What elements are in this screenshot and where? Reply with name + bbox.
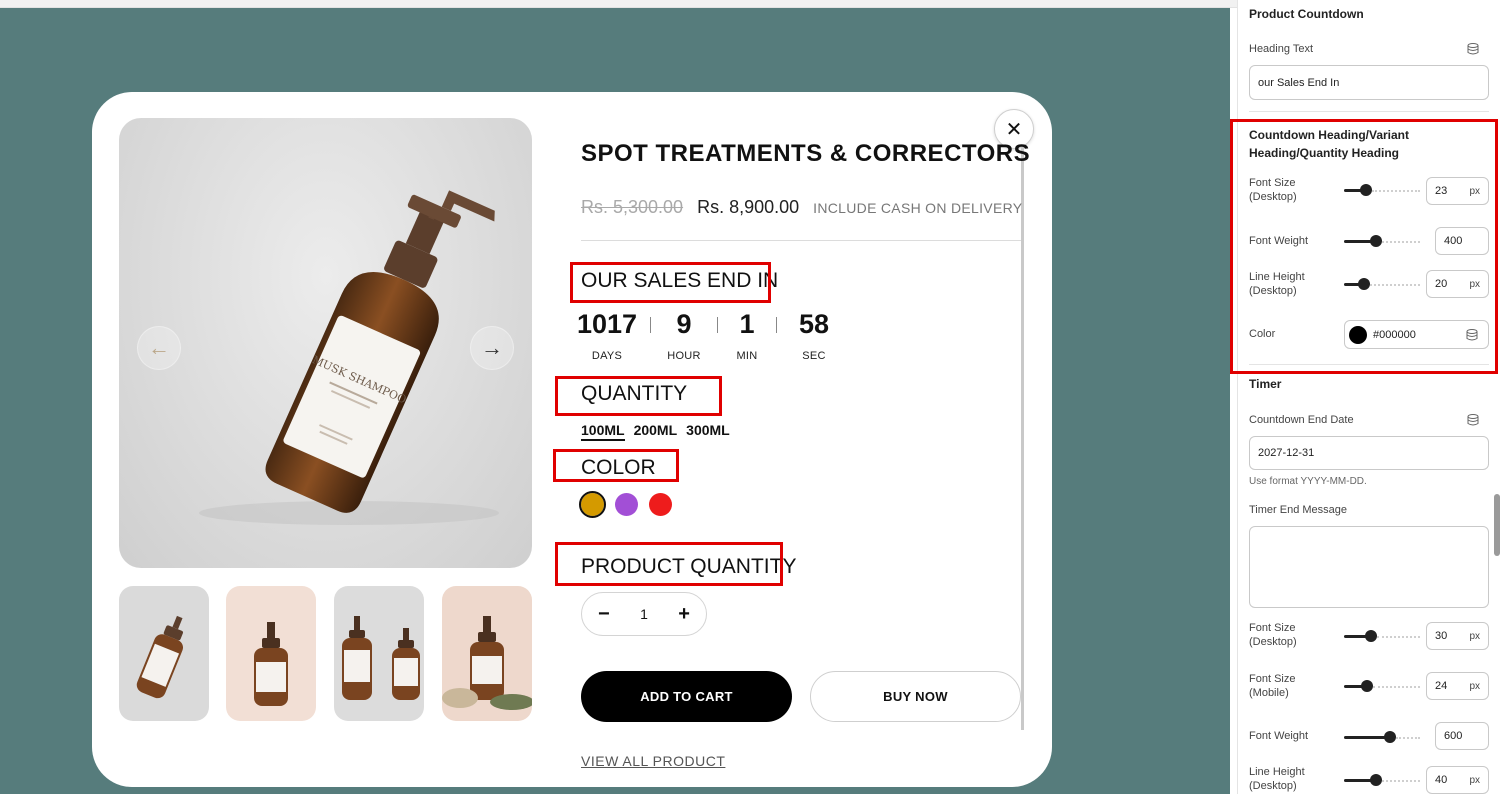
size-options: 100ML 200ML 300ML [581,422,730,441]
preview-canvas: MUSK SHAMPOO ← → ✕ SPOT TREATMENTS & COR… [0,8,1230,794]
timer-line-height-label: Line Height (Desktop) [1249,766,1305,792]
section-title: Product Countdown [1249,7,1364,21]
cod-note: INCLUDE CASH ON DELIVERY [813,200,1023,216]
panel-divider [1249,111,1489,112]
quantity-value[interactable]: 1 [640,606,648,622]
thumbnail-3[interactable] [334,586,424,721]
product-info: SPOT TREATMENTS & CORRECTORS Rs. 5,300.0… [553,92,1030,787]
countdown-days: 1017 DAYS [577,308,637,362]
thumbnail-1[interactable] [119,586,209,721]
add-to-cart-button[interactable]: ADD TO CART [581,671,792,722]
timer-font-weight-input[interactable]: 600 [1435,722,1489,750]
modal-scrollbar[interactable] [1021,147,1024,730]
timer-font-weight-slider[interactable] [1344,731,1420,743]
countdown-minutes: 1 MIN [718,308,776,362]
highlight-box [1230,119,1498,374]
database-icon[interactable] [1467,43,1479,55]
timer-line-height-input[interactable]: 40 px [1426,766,1489,794]
timer-font-size-mobile-slider[interactable] [1344,680,1420,692]
end-message-textarea[interactable] [1249,526,1489,608]
database-icon[interactable] [1467,414,1479,426]
product-title: SPOT TREATMENTS & CORRECTORS [581,140,1031,167]
timer-font-size-desktop-slider[interactable] [1344,630,1420,642]
increase-quantity-button[interactable]: + [678,603,690,626]
countdown-label: MIN [736,350,758,362]
timer-font-size-mobile-input[interactable]: 24 px [1426,672,1489,700]
countdown-timer: 1017 DAYS 9 HOUR 1 MIN 58 SEC [577,308,851,362]
end-date-hint: Use format YYYY-MM-DD. [1249,476,1367,487]
end-date-label: Countdown End Date [1249,414,1354,426]
highlight-box [555,542,783,586]
heading-text-input[interactable]: our Sales End In [1249,65,1489,100]
highlight-box [555,376,722,416]
color-swatch-gold[interactable] [579,491,606,518]
countdown-value: 1017 [576,309,638,339]
product-main-image: MUSK SHAMPOO ← → [119,118,532,568]
panel-scrollbar[interactable] [1494,494,1500,556]
compare-price: Rs. 5,300.00 [581,197,684,217]
countdown-value: 1 [739,309,755,339]
timer-line-height-slider[interactable] [1344,774,1420,786]
highlight-box [553,449,679,482]
color-swatch-red[interactable] [649,493,672,516]
end-date-input[interactable]: 2027-12-31 [1249,436,1489,470]
view-all-product-link[interactable]: VIEW ALL PRODUCT [581,753,725,769]
countdown-hours: 9 HOUR [651,308,717,362]
prev-image-button[interactable]: ← [137,326,181,370]
decrease-quantity-button[interactable]: − [598,603,610,626]
timer-font-size-desktop-input[interactable]: 30 px [1426,622,1489,650]
price-divider [581,240,1021,241]
countdown-value: 58 [798,309,830,339]
size-option-300ml[interactable]: 300ML [686,422,730,441]
buy-now-button[interactable]: BUY NOW [810,671,1021,722]
next-image-button[interactable]: → [470,326,514,370]
heading-text-label: Heading Text [1249,43,1314,55]
price-row: Rs. 5,300.00 Rs. 8,900.00 INCLUDE CASH O… [581,197,1022,218]
color-swatch-purple[interactable] [615,493,638,516]
countdown-label: SEC [802,350,826,362]
quantity-stepper: − 1 + [581,592,707,636]
timer-section-title: Timer [1249,377,1282,391]
quick-view-modal: MUSK SHAMPOO ← → ✕ SPOT TREATMENTS & COR… [92,92,1052,787]
countdown-value: 9 [676,309,692,339]
sale-price: Rs. 8,900.00 [697,197,800,217]
countdown-label: HOUR [667,350,701,362]
size-option-100ml[interactable]: 100ML [581,422,625,441]
highlight-box [570,262,771,303]
timer-font-size-mobile-label: Font Size (Mobile) [1249,673,1296,699]
arrow-left-icon: ← [148,335,170,360]
timer-font-size-desktop-label: Font Size (Desktop) [1249,622,1297,648]
color-swatches [579,491,672,518]
countdown-seconds: 58 SEC [777,308,851,362]
size-option-200ml[interactable]: 200ML [634,422,678,441]
thumbnail-2[interactable] [226,586,316,721]
thumbnail-4[interactable] [442,586,532,721]
countdown-label: DAYS [591,350,623,362]
end-message-label: Timer End Message [1249,504,1348,516]
arrow-right-icon: → [481,335,503,360]
timer-font-weight-label: Font Weight [1249,730,1309,742]
